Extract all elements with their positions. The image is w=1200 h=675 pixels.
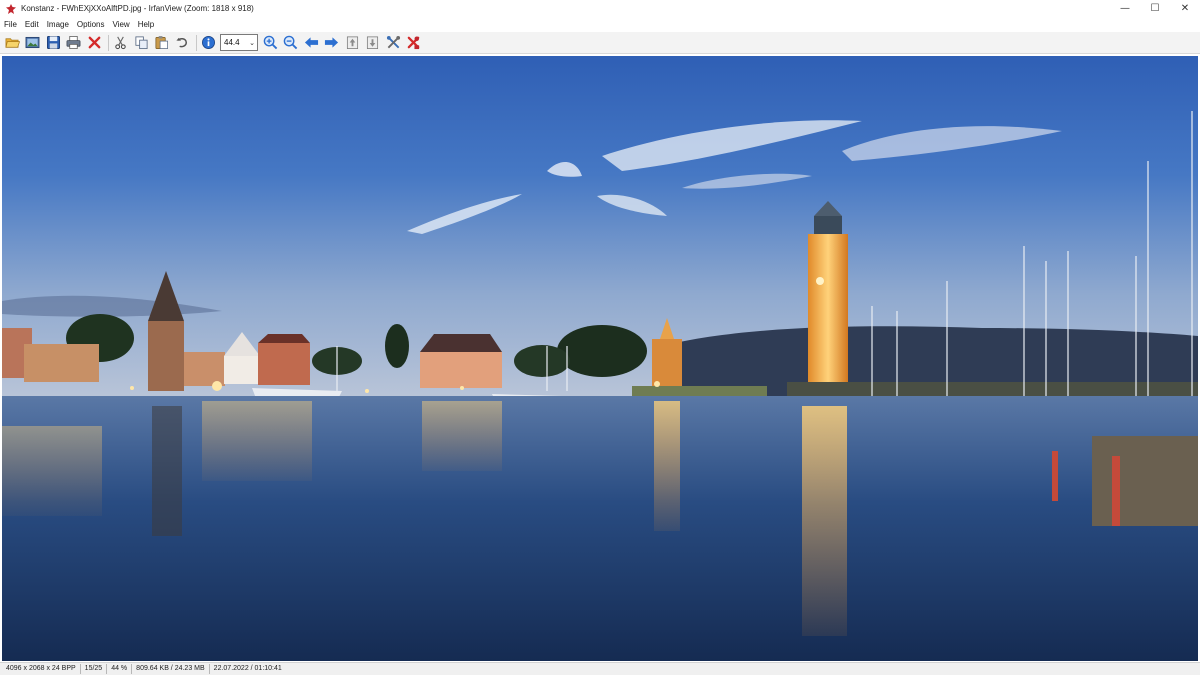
window-controls: — ☐ ✕ xyxy=(1110,0,1200,17)
menu-view[interactable]: View xyxy=(113,20,130,29)
thumbnails-icon xyxy=(25,36,40,49)
info-icon xyxy=(202,36,215,49)
status-bar: 4096 x 2068 x 24 BPP 15/25 44 % 809.64 K… xyxy=(0,662,1200,675)
irfanview-logo-icon xyxy=(6,3,16,14)
next-image-button[interactable] xyxy=(323,34,341,52)
delete-icon xyxy=(88,36,100,49)
status-dimensions: 4096 x 2068 x 24 BPP xyxy=(2,664,81,674)
menu-image[interactable]: Image xyxy=(47,20,69,29)
zoom-in-button[interactable] xyxy=(261,34,279,52)
menu-help[interactable]: Help xyxy=(138,20,154,29)
delete-button[interactable] xyxy=(85,34,103,52)
status-zoom: 44 % xyxy=(107,664,133,674)
save-icon xyxy=(46,36,60,49)
first-page-button[interactable] xyxy=(343,34,361,52)
close-button[interactable]: ✕ xyxy=(1170,0,1200,17)
status-index: 15/25 xyxy=(81,664,108,674)
cut-icon xyxy=(115,36,126,50)
last-page-icon xyxy=(366,36,379,49)
title-bar: Konstanz - FWhEXjXXoAlftPD.jpg - IrfanVi… xyxy=(0,0,1200,17)
maximize-button[interactable]: ☐ xyxy=(1140,0,1170,17)
exit-icon xyxy=(407,36,420,50)
undo-button[interactable] xyxy=(173,34,191,52)
paste-icon xyxy=(155,36,168,49)
menu-file[interactable]: File xyxy=(4,20,17,29)
status-datetime: 22.07.2022 / 01:10:41 xyxy=(213,665,282,672)
last-page-button[interactable] xyxy=(364,34,382,52)
print-icon xyxy=(66,36,81,49)
zoom-out-icon xyxy=(283,35,298,50)
menu-edit[interactable]: Edit xyxy=(25,20,39,29)
undo-icon xyxy=(175,37,187,48)
previous-image-button[interactable] xyxy=(302,34,320,52)
copy-button[interactable] xyxy=(132,34,150,52)
save-button[interactable] xyxy=(44,34,62,52)
thumbnails-button[interactable] xyxy=(24,34,42,52)
open-button[interactable] xyxy=(3,34,21,52)
toolbar-separator xyxy=(107,34,109,51)
open-folder-icon xyxy=(4,38,20,48)
zoom-in-icon xyxy=(263,35,277,50)
chevron-down-icon: ⌄ xyxy=(249,39,255,47)
image-viewer[interactable] xyxy=(0,55,1200,662)
print-button[interactable] xyxy=(65,34,83,52)
paste-button[interactable] xyxy=(153,34,171,52)
menu-options[interactable]: Options xyxy=(77,20,105,29)
next-arrow-icon xyxy=(324,37,339,48)
settings-tools-icon xyxy=(386,35,400,49)
previous-arrow-icon xyxy=(304,37,318,48)
copy-icon xyxy=(134,36,148,50)
minimize-button[interactable]: — xyxy=(1110,0,1140,17)
status-size: 809.64 KB / 24.23 MB xyxy=(132,664,210,674)
zoom-out-button[interactable] xyxy=(282,34,300,52)
first-page-icon xyxy=(346,36,358,49)
info-button[interactable] xyxy=(200,34,218,52)
cut-button[interactable] xyxy=(112,34,130,52)
harbor-photo xyxy=(2,56,1198,661)
window-title: Konstanz - FWhEXjXXoAlftPD.jpg - IrfanVi… xyxy=(21,4,254,13)
zoom-combobox[interactable]: 44.4 ⌄ xyxy=(220,34,258,51)
toolbar: 44.4 ⌄ xyxy=(0,32,1200,54)
toolbar-separator xyxy=(195,34,197,51)
menu-bar: File Edit Image Options View Help xyxy=(0,17,1200,32)
settings-button[interactable] xyxy=(384,34,402,52)
exit-button[interactable] xyxy=(405,34,423,52)
irfanview-window: Konstanz - FWhEXjXXoAlftPD.jpg - IrfanVi… xyxy=(0,0,1200,675)
zoom-value: 44.4 xyxy=(224,38,240,47)
